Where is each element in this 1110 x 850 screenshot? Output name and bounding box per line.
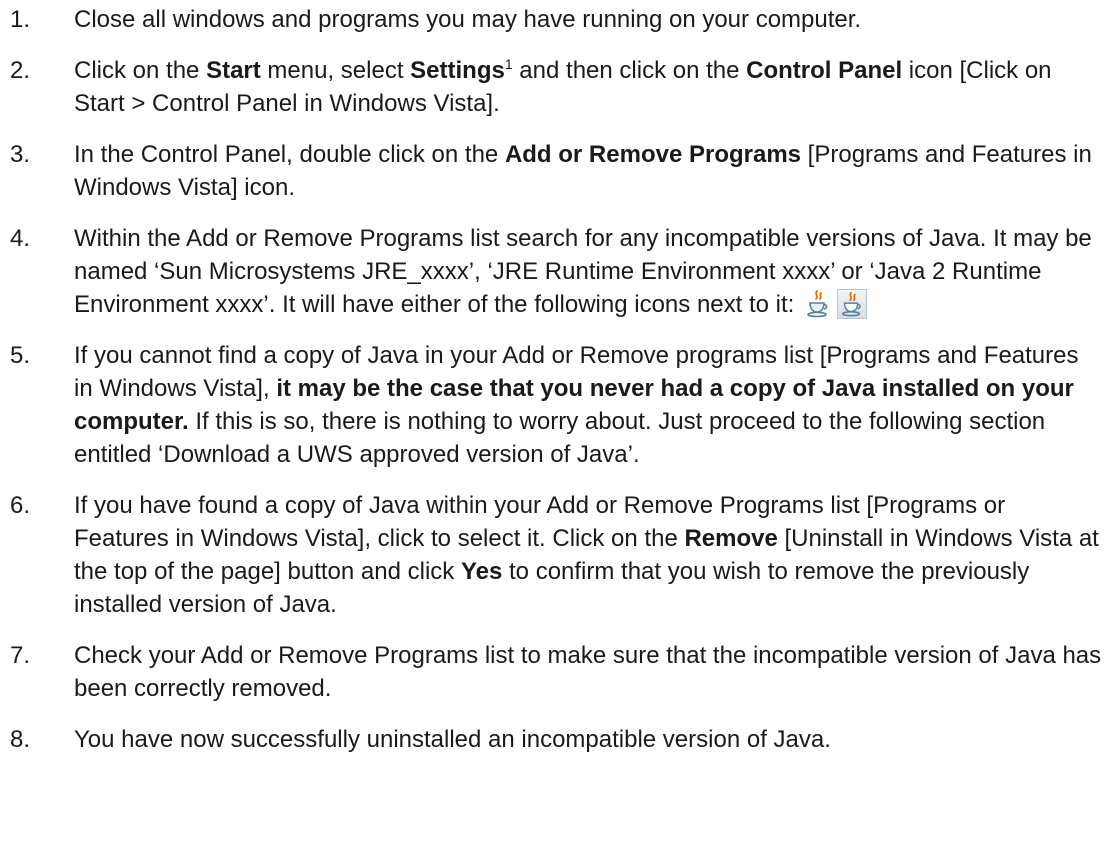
list-item: 4. Within the Add or Remove Programs lis…	[0, 222, 1110, 321]
step-text: Within the Add or Remove Programs list s…	[74, 225, 1092, 319]
list-item: 6. If you have found a copy of Java with…	[0, 489, 1110, 621]
step-text: Click on the Start menu, select Settings…	[74, 56, 1052, 117]
list-item: 5. If you cannot find a copy of Java in …	[0, 339, 1110, 471]
footnote-marker: 1	[504, 56, 513, 72]
instruction-list: 1. Close all windows and programs you ma…	[0, 3, 1110, 774]
list-item: 2. Click on the Start menu, select Setti…	[0, 54, 1110, 120]
list-item: 3. In the Control Panel, double click on…	[0, 138, 1110, 204]
list-item: 8. You have now successfully uninstalled…	[0, 723, 1110, 756]
step-number: 5.	[10, 342, 31, 369]
step-number: 2.	[10, 57, 31, 84]
step-number: 8.	[10, 726, 31, 753]
step-text: In the Control Panel, double click on th…	[74, 141, 1092, 201]
step-text: You have now successfully uninstalled an…	[74, 726, 831, 753]
step-number: 7.	[10, 642, 31, 669]
list-item: 1. Close all windows and programs you ma…	[0, 3, 1110, 36]
step-text: Check your Add or Remove Programs list t…	[74, 642, 1102, 702]
step-number: 4.	[10, 225, 31, 252]
java-cup-framed-icon	[837, 289, 867, 319]
step-text: If you have found a copy of Java within …	[74, 492, 1099, 618]
step-number: 1.	[10, 6, 31, 33]
step-text: If you cannot find a copy of Java in you…	[74, 342, 1079, 468]
list-item: 7. Check your Add or Remove Programs lis…	[0, 639, 1110, 705]
step-number: 3.	[10, 141, 31, 168]
step-text: Close all windows and programs you may h…	[74, 6, 862, 33]
step-number: 6.	[10, 492, 31, 519]
java-cup-icon	[803, 289, 833, 319]
